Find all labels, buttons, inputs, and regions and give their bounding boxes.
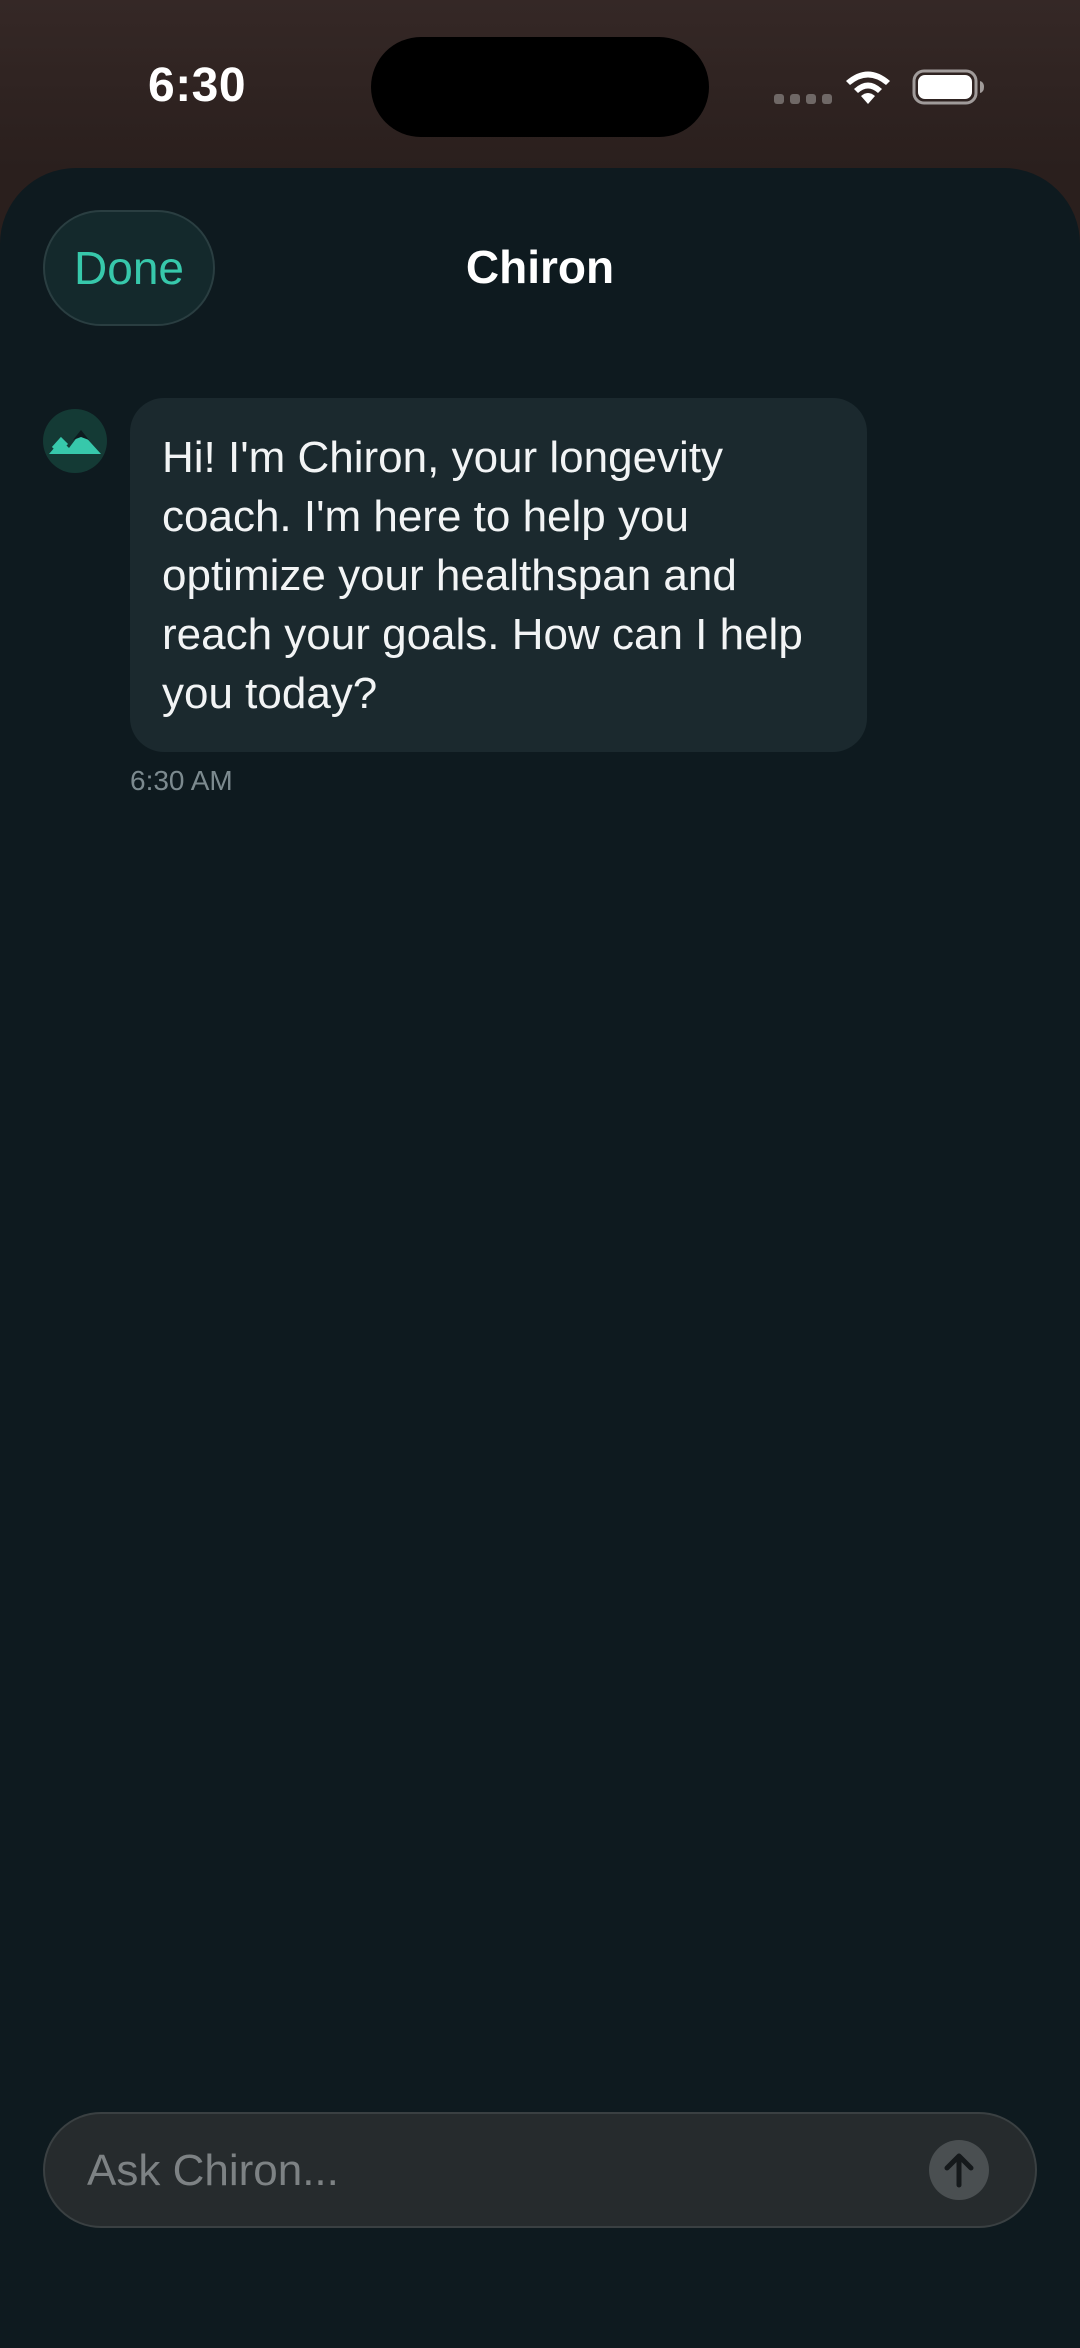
assistant-message-bubble: Hi! I'm Chiron, your longevity coach. I'…: [130, 398, 867, 752]
mountain-icon: [49, 430, 101, 454]
status-time: 6:30: [148, 59, 247, 112]
app-screen: 6:30 Done Chiron Hi! I'm Chiron, your lo…: [0, 0, 1080, 2348]
ask-chiron-input[interactable]: [85, 2114, 939, 2228]
send-button[interactable]: [929, 2140, 989, 2200]
coach-avatar: [43, 409, 107, 473]
signal-dots-icon: [774, 94, 832, 104]
battery-icon: [912, 69, 984, 105]
wifi-icon: [846, 71, 890, 104]
dynamic-island: [371, 37, 709, 137]
arrow-up-icon: [944, 2153, 974, 2188]
message-timestamp: 6:30 AM: [130, 765, 233, 796]
message-composer: [43, 2112, 1037, 2228]
page-title: Chiron: [465, 241, 615, 293]
